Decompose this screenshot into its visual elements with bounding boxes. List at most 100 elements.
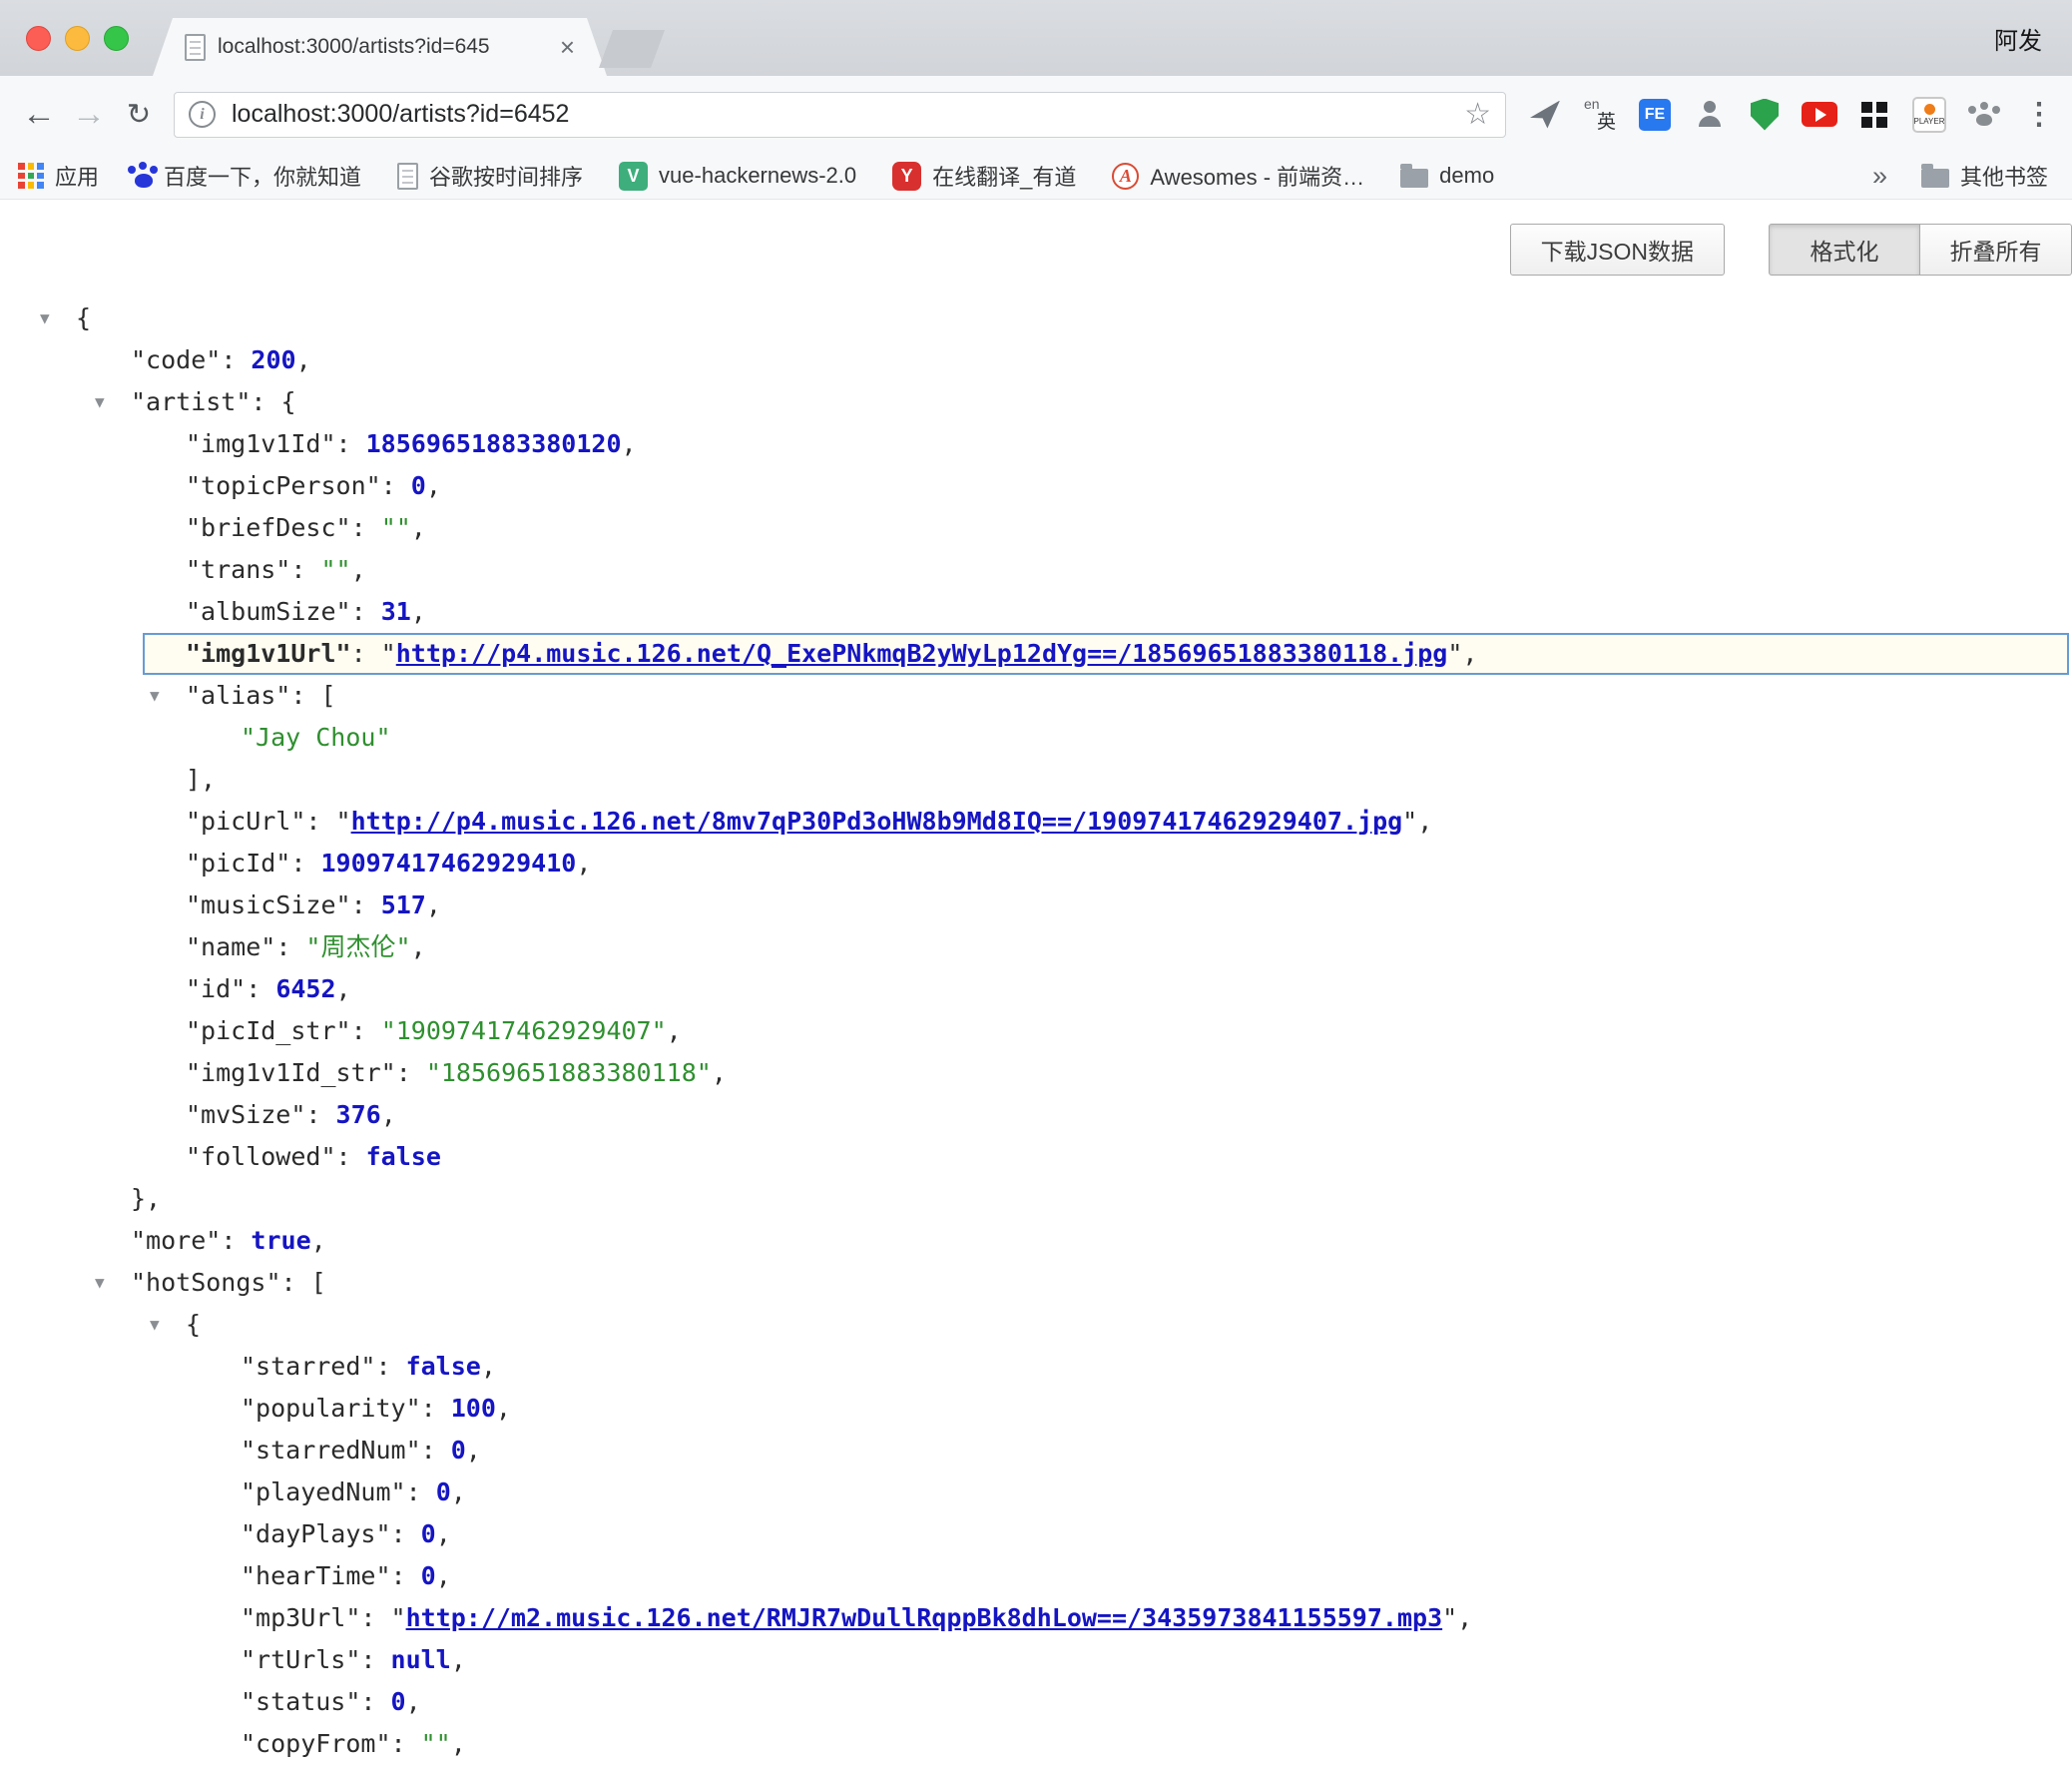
fehelper-extension-button[interactable]: FE (1636, 91, 1674, 139)
profile-extension-button[interactable] (1691, 91, 1729, 139)
forward-button[interactable]: → (64, 90, 114, 140)
json-string: "周杰伦" (305, 932, 410, 961)
json-boolean: true (251, 1226, 310, 1255)
json-punctuation: : (275, 932, 305, 961)
proxy-extension-button[interactable] (1526, 91, 1564, 139)
json-line: ▼"hotSongs": [ (0, 1262, 2072, 1304)
tab-title: localhost:3000/artists?id=645 (218, 35, 552, 59)
tab-bar: localhost:3000/artists?id=645 × 阿发 (0, 0, 2072, 76)
translate-extension-button[interactable]: en 英 (1581, 91, 1619, 139)
page-icon (397, 163, 418, 190)
json-number: 376 (336, 1100, 381, 1129)
bookmark-youdao-translate[interactable]: Y 在线翻译_有道 (892, 160, 1076, 192)
shield-extension-button[interactable] (1746, 91, 1784, 139)
qrcode-extension-button[interactable] (1855, 91, 1893, 139)
json-punctuation: , (496, 1394, 511, 1423)
json-punctuation: , (426, 890, 441, 919)
json-key: "briefDesc" (186, 513, 351, 542)
proxy-icon (1530, 101, 1560, 129)
other-bookmarks-folder[interactable]: 其他书签 (1921, 160, 2048, 192)
json-line: }, (0, 1178, 2072, 1220)
url-text[interactable]: localhost:3000/artists?id=6452 (232, 100, 569, 129)
collapse-all-button[interactable]: 折叠所有 (1920, 224, 2072, 276)
baidu-paw-icon (135, 174, 153, 188)
json-punctuation: : [ (290, 681, 335, 710)
json-line: "mp3Url": "http://m2.music.126.net/RMJR7… (0, 1597, 2072, 1639)
bookmark-label: Awesomes - 前端资… (1150, 160, 1364, 192)
json-link[interactable]: http://p4.music.126.net/8mv7qP30Pd3oHW8b… (351, 807, 1403, 836)
json-link[interactable]: http://p4.music.126.net/Q_ExePNkmqB2yWyL… (396, 639, 1448, 668)
download-json-button[interactable]: 下载JSON数据 (1510, 224, 1725, 276)
json-line: ], (0, 759, 2072, 801)
close-window-button[interactable] (26, 26, 51, 51)
browser-toolbar: ← → ↻ i localhost:3000/artists?id=6452 ☆… (0, 76, 2072, 153)
json-key: "img1v1Url" (186, 639, 351, 668)
json-punctuation: : (406, 1477, 436, 1506)
json-line: "copyFrom": "", (0, 1723, 2072, 1765)
json-number: 31 (381, 597, 411, 626)
bookmark-label: 百度一下，你就知道 (164, 160, 361, 192)
json-line: "trans": "", (0, 549, 2072, 591)
json-line: "picId": 19097417462929410, (0, 843, 2072, 884)
json-key: "id" (186, 974, 246, 1003)
json-number: 6452 (275, 974, 335, 1003)
paw-extension-button[interactable] (1965, 91, 2003, 139)
format-button[interactable]: 格式化 (1769, 224, 1920, 276)
json-punctuation: ", (1442, 1603, 1472, 1632)
player-extension-button[interactable]: PLAYER (1910, 91, 1948, 139)
json-link[interactable]: http://m2.music.126.net/RMJR7wDullRqppBk… (406, 1603, 1443, 1632)
bookmark-awesomes[interactable]: A Awesomes - 前端资… (1112, 160, 1364, 192)
json-tree: ▼{"code": 200,▼"artist": {"img1v1Id": 18… (0, 297, 2072, 1765)
page-content: 下载JSON数据 格式化 折叠所有 ▼{"code": 200,▼"artist… (0, 224, 2072, 1765)
json-line: "popularity": 100, (0, 1388, 2072, 1430)
json-number: 200 (251, 345, 295, 374)
qrcode-icon (1861, 102, 1887, 128)
bookmark-google-sort[interactable]: 谷歌按时间排序 (397, 160, 583, 192)
json-key: "musicSize" (186, 890, 351, 919)
chrome-menu-button[interactable]: ⋮ (2020, 91, 2058, 139)
bookmarks-overflow-chevron[interactable]: » (1872, 161, 1887, 192)
page-icon (185, 34, 206, 61)
back-button[interactable]: ← (14, 90, 64, 140)
address-bar[interactable]: i localhost:3000/artists?id=6452 ☆ (174, 92, 1506, 138)
json-string: "18569651883380118" (426, 1058, 712, 1087)
json-punctuation: , (451, 1645, 466, 1674)
json-punctuation: , (466, 1436, 481, 1465)
awesomes-badge-icon: A (1112, 163, 1139, 190)
youtube-extension-button[interactable] (1801, 91, 1838, 139)
apps-grid-icon (18, 163, 44, 189)
json-punctuation: { (186, 1310, 201, 1339)
collapse-arrow-icon[interactable]: ▼ (40, 297, 50, 339)
json-punctuation: , (351, 555, 366, 584)
collapse-arrow-icon[interactable]: ▼ (95, 1262, 105, 1304)
bookmark-baidu[interactable]: 百度一下，你就知道 (135, 160, 361, 192)
json-null: null (391, 1645, 451, 1674)
reload-button[interactable]: ↻ (114, 90, 164, 140)
json-punctuation: , (411, 932, 426, 961)
bookmark-vue-hackernews[interactable]: V vue-hackernews-2.0 (619, 162, 856, 191)
collapse-arrow-icon[interactable]: ▼ (95, 381, 105, 423)
bookmark-demo-folder[interactable]: demo (1400, 163, 1494, 189)
json-key: "rtUrls" (241, 1645, 360, 1674)
json-string: "Jay Chou" (241, 723, 391, 752)
json-key: "picId" (186, 849, 290, 878)
collapse-arrow-icon[interactable]: ▼ (150, 675, 160, 717)
bookmark-apps[interactable]: 应用 (18, 160, 99, 192)
json-line: "rtUrls": null, (0, 1639, 2072, 1681)
new-tab-button[interactable] (599, 30, 665, 68)
json-punctuation: , (436, 1519, 451, 1548)
site-info-icon[interactable]: i (189, 101, 216, 128)
json-line: ▼{ (0, 1304, 2072, 1346)
maximize-window-button[interactable] (104, 26, 129, 51)
json-key: "albumSize" (186, 597, 351, 626)
bookmarks-bar: 应用 百度一下，你就知道 谷歌按时间排序 V vue-hackernews-2.… (0, 153, 2072, 200)
bookmark-star-icon[interactable]: ☆ (1464, 97, 1491, 132)
browser-tab[interactable]: localhost:3000/artists?id=645 × (153, 18, 607, 76)
json-punctuation: ", (1402, 807, 1432, 836)
json-number: 0 (411, 471, 426, 500)
collapse-arrow-icon[interactable]: ▼ (150, 1304, 160, 1346)
json-punctuation: , (451, 1477, 466, 1506)
minimize-window-button[interactable] (65, 26, 90, 51)
profile-name[interactable]: 阿发 (1994, 21, 2072, 56)
tab-close-icon[interactable]: × (560, 32, 575, 63)
